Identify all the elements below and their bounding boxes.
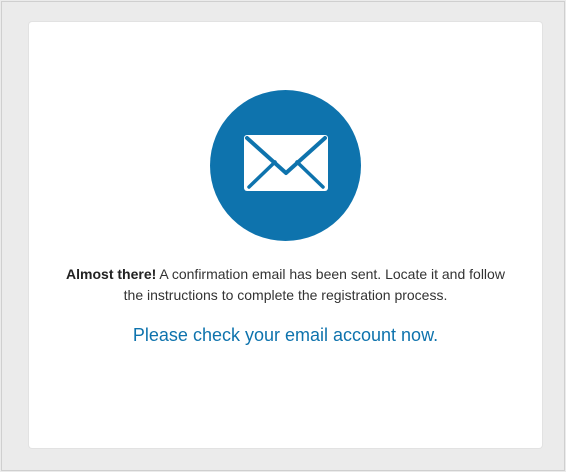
confirmation-card: Almost there! A confirmation email has b…	[29, 22, 542, 448]
message-bold: Almost there!	[66, 266, 157, 282]
check-email-text: Please check your email account now.	[132, 325, 439, 345]
message-text: A confirmation email has been sent. Loca…	[123, 266, 505, 303]
confirmation-message: Almost there! A confirmation email has b…	[59, 264, 512, 306]
window-frame: Almost there! A confirmation email has b…	[1, 1, 565, 471]
envelope-icon	[210, 90, 361, 241]
